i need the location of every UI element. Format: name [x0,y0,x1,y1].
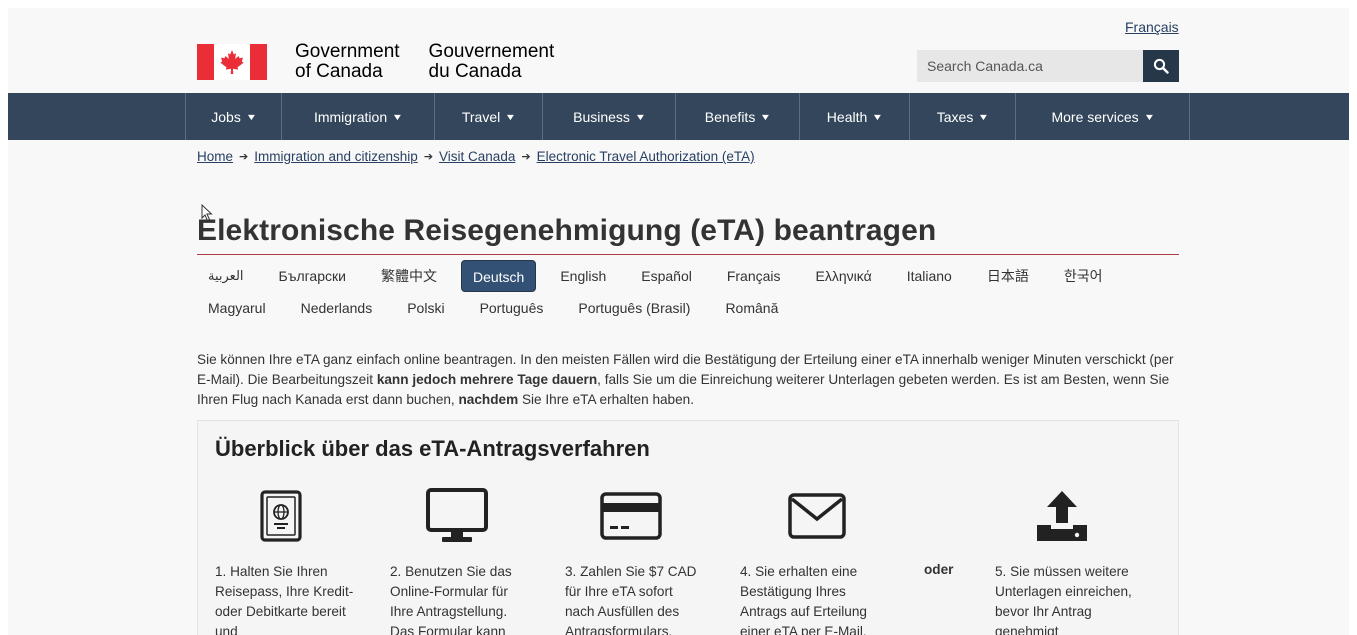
arrow-right-icon: ➔ [521,151,531,163]
passport-icon [260,490,302,542]
menu-item-travel[interactable]: Travel ▼ [435,93,543,140]
wordmark-french: Gouvernement du Canada [428,41,555,82]
step-4: 4. Sie erhalten eine Bestätigung Ihres A… [740,486,880,635]
main-menu-list: Jobs ▼ Immigration ▼ Travel ▼ Business ▼ Ben… [185,93,1190,140]
chevron-down-icon: ▼ [1143,111,1155,122]
main-menu: Jobs ▼ Immigration ▼ Travel ▼ Business ▼ Ben… [8,93,1349,140]
credit-card-icon [600,492,662,540]
step-1: 1. Halten Sie Ihren Reisepass, Ihre Kred… [215,486,355,635]
step-5: 5. Sie müssen weitere Unterlagen einreic… [995,486,1135,635]
language-selector: العربية Български 繁體中文 Deutsch English E… [197,260,1179,324]
page-title: Elektronische Reisegenehmigung (eTA) bea… [197,214,937,247]
or-label: oder [924,562,954,577]
language-hungarian[interactable]: Magyarul [197,292,277,324]
chevron-down-icon: ▼ [245,111,258,122]
step-1-text: 1. Halten Sie Ihren Reisepass, Ihre Kred… [215,564,354,635]
language-row-1: العربية Български 繁體中文 Deutsch English E… [197,260,1179,292]
language-chinese-traditional[interactable]: 繁體中文 [370,260,448,292]
search-input[interactable] [917,50,1143,82]
government-wordmark[interactable]: Government of Canada Gouvernement du Can… [197,42,554,82]
step-4-text: 4. Sie erhalten eine Bestätigung Ihres A… [740,564,867,635]
breadcrumb-immigration[interactable]: Immigration and citizenship [254,149,418,164]
language-greek[interactable]: Ελληνικά [805,260,883,292]
language-german-active[interactable]: Deutsch [460,260,537,292]
language-portuguese-brazil[interactable]: Português (Brasil) [567,292,701,324]
arrow-right-icon: ➔ [423,151,434,163]
chevron-down-icon: ▼ [504,111,517,122]
upload-icon [1037,491,1087,541]
chevron-down-icon: ▼ [634,111,647,122]
canada-flag-icon [197,44,267,80]
overview-heading: Überblick über das eTA-Antragsverfahren [215,436,650,461]
language-spanish[interactable]: Español [630,260,703,292]
language-toggle-link[interactable]: Français [1125,19,1179,35]
overview-panel: Überblick über das eTA-Antragsverfahren … [197,420,1179,635]
chevron-down-icon: ▼ [977,111,990,122]
language-arabic[interactable]: العربية [197,260,255,292]
language-bulgarian[interactable]: Български [268,260,357,292]
breadcrumb-eta[interactable]: Electronic Travel Authorization (eTA) [537,149,755,164]
breadcrumb-home[interactable]: Home [197,149,233,164]
menu-item-jobs[interactable]: Jobs ▼ [186,93,282,140]
menu-item-immigration[interactable]: Immigration ▼ [282,93,435,140]
menu-item-taxes[interactable]: Taxes ▼ [910,93,1016,140]
language-italian[interactable]: Italiano [896,260,963,292]
language-portuguese[interactable]: Português [469,292,555,324]
title-underline [197,254,1179,255]
magnifier-icon [1153,58,1169,74]
intro-paragraph: Sie können Ihre eTA ganz einfach online … [197,352,1174,407]
language-polish[interactable]: Polski [396,292,455,324]
chevron-down-icon: ▼ [759,111,772,122]
step-5-text: 5. Sie müssen weitere Unterlagen einreic… [995,564,1132,635]
step-3-text: 3. Zahlen Sie $7 CAD für Ihre eTA sofort… [565,564,697,635]
breadcrumb-visit-canada[interactable]: Visit Canada [439,149,515,164]
wordmark-english: Government of Canada [295,41,400,82]
mouse-cursor-icon [201,204,213,222]
language-korean[interactable]: 한국어 [1053,260,1114,292]
chevron-down-icon: ▼ [871,111,884,122]
language-french[interactable]: Français [716,260,792,292]
step-2: 2. Benutzen Sie das Online-Formular für … [390,486,530,635]
language-dutch[interactable]: Nederlands [290,292,384,324]
envelope-icon [788,493,846,539]
step-2-text: 2. Benutzen Sie das Online-Formular für … [390,564,512,635]
search-button[interactable] [1143,50,1179,82]
search-form [917,50,1179,82]
menu-item-health[interactable]: Health ▼ [800,93,910,140]
breadcrumb: Home ➔ Immigration and citizenship ➔ Vis… [197,149,755,164]
chevron-down-icon: ▼ [391,111,404,122]
language-japanese[interactable]: 日本語 [976,260,1040,292]
language-english[interactable]: English [549,260,617,292]
monitor-icon [426,488,488,542]
language-row-2: Magyarul Nederlands Polski Português Por… [197,292,1179,324]
arrow-right-icon: ➔ [239,151,249,163]
step-3: 3. Zahlen Sie $7 CAD für Ihre eTA sofort… [565,486,705,635]
page: Français Government of Canada Gouverneme… [8,8,1349,635]
menu-item-more-services[interactable]: More services ▼ [1016,93,1190,140]
menu-item-benefits[interactable]: Benefits ▼ [676,93,800,140]
language-romanian[interactable]: Română [714,292,789,324]
menu-item-business[interactable]: Business ▼ [543,93,676,140]
